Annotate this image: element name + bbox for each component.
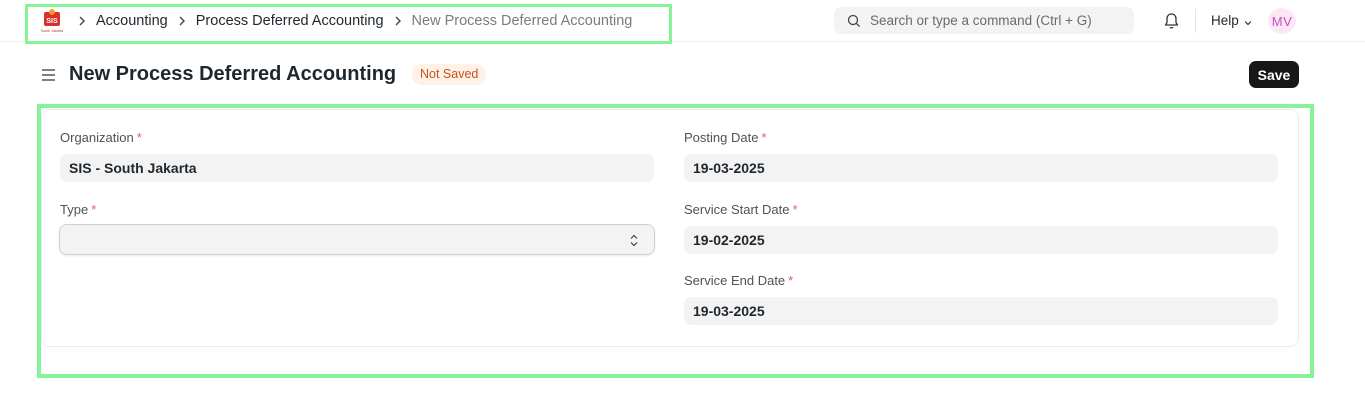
required-mark: * bbox=[91, 202, 97, 217]
required-mark: * bbox=[792, 202, 798, 217]
type-label-text: Type bbox=[60, 202, 89, 217]
service-start-date-label-text: Service Start Date bbox=[684, 202, 790, 217]
chevron-right-icon bbox=[178, 14, 186, 29]
service-end-date-label: Service End Date * bbox=[684, 273, 793, 288]
search-input[interactable] bbox=[870, 13, 1130, 28]
required-mark: * bbox=[761, 130, 767, 145]
posting-date-label: Posting Date * bbox=[684, 130, 767, 145]
posting-date-label-text: Posting Date bbox=[684, 130, 759, 145]
status-badge: Not Saved bbox=[412, 64, 487, 85]
chevron-right-icon bbox=[394, 14, 402, 29]
breadcrumb-item-current: New Process Deferred Accounting bbox=[411, 13, 633, 29]
type-select[interactable] bbox=[59, 224, 655, 255]
logo-text: SIS bbox=[46, 18, 58, 25]
breadcrumb: Accounting Process Deferred Accounting N… bbox=[78, 13, 642, 29]
help-label: Help bbox=[1211, 13, 1239, 28]
posting-date-field[interactable]: 19-03-2025 bbox=[684, 154, 1278, 182]
service-start-date-label: Service Start Date * bbox=[684, 202, 798, 217]
save-button[interactable]: Save bbox=[1249, 61, 1299, 88]
service-end-date-field[interactable]: 19-03-2025 bbox=[684, 297, 1278, 325]
required-mark: * bbox=[136, 130, 142, 145]
logo-icon[interactable]: SIS South Jakarta bbox=[39, 9, 65, 35]
type-label: Type * bbox=[60, 202, 96, 217]
organization-label-text: Organization bbox=[60, 130, 134, 145]
search-bar[interactable] bbox=[834, 7, 1134, 34]
chevron-down-icon bbox=[1243, 16, 1253, 26]
select-updown-icon bbox=[630, 234, 638, 247]
hamburger-icon[interactable] bbox=[41, 68, 56, 82]
avatar[interactable]: MV bbox=[1268, 8, 1296, 34]
chevron-right-icon bbox=[78, 14, 86, 29]
help-dropdown[interactable]: Help bbox=[1211, 13, 1253, 28]
page-title: New Process Deferred Accounting bbox=[69, 63, 397, 85]
search-icon bbox=[847, 14, 861, 28]
service-end-date-label-text: Service End Date bbox=[684, 273, 786, 288]
navbar-divider bbox=[1195, 9, 1196, 33]
service-start-date-field[interactable]: 19-02-2025 bbox=[684, 226, 1278, 254]
breadcrumb-item-accounting[interactable]: Accounting bbox=[96, 13, 168, 29]
bell-icon[interactable] bbox=[1163, 12, 1180, 30]
breadcrumb-item-process-deferred-accounting[interactable]: Process Deferred Accounting bbox=[196, 13, 384, 29]
organization-label: Organization * bbox=[60, 130, 142, 145]
logo-caption: South Jakarta bbox=[41, 29, 63, 33]
required-mark: * bbox=[788, 273, 794, 288]
top-navbar: SIS South Jakarta Accounting Process Def… bbox=[0, 0, 1365, 44]
organization-field[interactable]: SIS - South Jakarta bbox=[60, 154, 654, 182]
